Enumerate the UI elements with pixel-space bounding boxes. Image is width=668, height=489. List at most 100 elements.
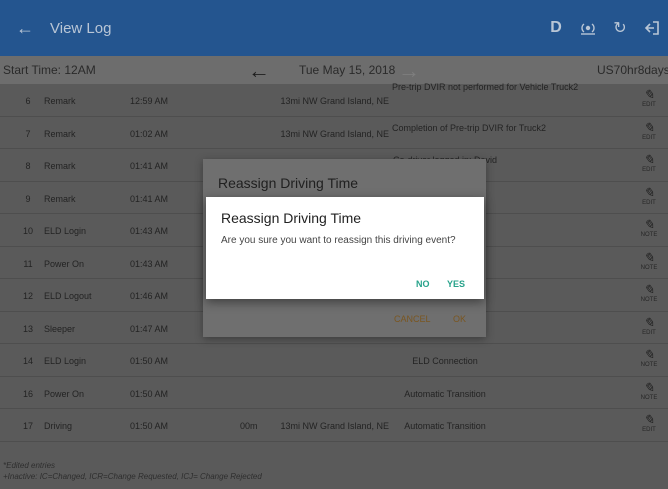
- event-type: Power On: [44, 258, 85, 269]
- table-row[interactable]: 16 Power On 01:50 AM Automatic Transitio…: [0, 377, 668, 409]
- back-arrow-icon[interactable]: ←: [0, 18, 50, 39]
- action-label: NOTE: [640, 394, 658, 401]
- app-bar: ← View Log D ↻: [0, 0, 668, 56]
- driver-status-indicator[interactable]: D: [540, 19, 572, 37]
- event-time: 01:46 AM: [130, 291, 169, 301]
- action-label: NOTE: [640, 297, 658, 303]
- start-time-label: Start Time: 12AM: [3, 63, 96, 77]
- no-button[interactable]: NO: [416, 279, 430, 289]
- event-note: ELD Connection: [412, 356, 478, 366]
- event-time: 01:43 AM: [130, 226, 169, 236]
- pencil-icon: ✎: [643, 249, 655, 265]
- table-row[interactable]: 17 Driving 01:50 AM 00m 13mi NW Grand Is…: [0, 409, 668, 442]
- event-time: 01:47 AM: [130, 323, 169, 334]
- note-button[interactable]: ✎ NOTE: [636, 282, 662, 304]
- table-row[interactable]: 7 Remark 01:02 AM 13mi NW Grand Island, …: [0, 117, 668, 149]
- table-row[interactable]: 14 ELD Login 01:50 AM ELD Connection ✎ NO…: [0, 344, 668, 377]
- edit-button[interactable]: ✎ EDIT: [636, 314, 662, 336]
- event-time: 01:50 AM: [130, 388, 169, 399]
- pencil-icon: ✎: [643, 379, 655, 395]
- event-type: Driving: [44, 421, 73, 431]
- event-time: 01:41 AM: [130, 193, 169, 204]
- row-number: 10: [22, 226, 33, 236]
- event-type: ELD Logout: [44, 291, 92, 301]
- row-number: 7: [25, 128, 31, 139]
- event-type: Sleeper: [44, 323, 76, 334]
- action-label: EDIT: [642, 199, 656, 206]
- pencil-icon: ✎: [643, 152, 655, 167]
- action-label: EDIT: [642, 167, 656, 173]
- event-note: Completion of Pre-trip DVIR for Truck2: [392, 122, 547, 133]
- pencil-icon: ✎: [643, 119, 655, 135]
- pencil-icon: ✎: [643, 412, 655, 427]
- event-note: Automatic Transition: [404, 421, 486, 431]
- note-button[interactable]: ✎ NOTE: [636, 379, 662, 401]
- edit-button[interactable]: ✎ EDIT: [636, 412, 662, 434]
- event-type: Power On: [44, 388, 85, 399]
- event-location: 13mi NW Grand Island, NE: [280, 128, 389, 139]
- action-label: EDIT: [642, 329, 656, 336]
- next-day-arrow-icon[interactable]: →: [398, 58, 420, 84]
- dialog-title: Reassign Driving Time: [221, 210, 362, 226]
- row-number: 11: [23, 258, 33, 269]
- edit-button[interactable]: ✎ EDIT: [636, 87, 662, 109]
- pencil-icon: ✎: [643, 87, 655, 102]
- note-button[interactable]: ✎ NOTE: [636, 347, 662, 369]
- event-time: 01:43 AM: [130, 258, 169, 269]
- note-button[interactable]: ✎ NOTE: [636, 249, 662, 271]
- edit-button[interactable]: ✎ EDIT: [636, 152, 662, 174]
- legend-inactive: +Inactive: IC=Changed, ICR=Change Reques…: [3, 472, 262, 481]
- ruleset-label: US70hr8days: [597, 63, 668, 77]
- cancel-button: CANCEL: [394, 314, 431, 324]
- pencil-icon: ✎: [643, 217, 655, 232]
- event-type: Remark: [44, 128, 76, 139]
- action-label: NOTE: [640, 264, 658, 271]
- event-time: 01:50 AM: [130, 421, 169, 431]
- action-label: EDIT: [642, 427, 656, 433]
- pencil-icon: ✎: [643, 314, 655, 330]
- action-label: EDIT: [642, 134, 656, 141]
- event-distance: 00m: [240, 421, 258, 431]
- event-type: Remark: [44, 96, 76, 106]
- log-date: Tue May 15, 2018: [299, 63, 396, 77]
- reassign-confirmation-dialog: Reassign Driving Time Are you sure you w…: [206, 197, 484, 299]
- background-dialog-title: Reassign Driving Time: [218, 175, 359, 191]
- note-button[interactable]: ✎ NOTE: [636, 217, 662, 239]
- legend: *Edited entries +Inactive: IC=Changed, I…: [3, 460, 262, 482]
- yes-button[interactable]: YES: [447, 279, 465, 289]
- legend-edited: *Edited entries: [3, 461, 56, 470]
- event-time: 01:50 AM: [130, 356, 169, 366]
- edit-button[interactable]: ✎ EDIT: [636, 184, 662, 206]
- event-location: 13mi NW Grand Island, NE: [280, 421, 389, 431]
- event-type: Remark: [44, 193, 76, 204]
- pencil-icon: ✎: [643, 184, 655, 200]
- event-time: 01:02 AM: [130, 128, 169, 139]
- row-number: 6: [25, 96, 31, 106]
- refresh-icon[interactable]: ↻: [604, 18, 636, 38]
- event-time: 01:41 AM: [130, 161, 169, 171]
- logout-icon[interactable]: [636, 20, 668, 36]
- appbar-actions: D ↻: [540, 0, 668, 56]
- dialog-message: Are you sure you want to reassign this d…: [221, 235, 456, 246]
- eld-connection-icon[interactable]: [572, 20, 604, 36]
- event-type: Remark: [44, 161, 76, 171]
- table-row[interactable]: 6 Remark 12:59 AM 13mi NW Grand Island, …: [0, 82, 668, 117]
- event-type: ELD Login: [44, 226, 87, 236]
- event-note: Pre-trip DVIR not performed for Vehicle …: [392, 82, 579, 92]
- event-type: ELD Login: [44, 356, 87, 366]
- page-title: View Log: [50, 19, 112, 37]
- row-number: 14: [22, 356, 33, 366]
- ok-button: OK: [453, 314, 467, 324]
- event-location: 13mi NW Grand Island, NE: [280, 96, 389, 106]
- pencil-icon: ✎: [643, 347, 655, 362]
- date-navigation-bar: Start Time: 12AM ← Tue May 15, 2018 → US…: [0, 56, 668, 84]
- action-label: EDIT: [642, 102, 656, 108]
- previous-day-arrow-icon[interactable]: ←: [248, 58, 270, 84]
- row-number: 12: [22, 291, 33, 301]
- row-number: 16: [22, 388, 33, 399]
- edit-button[interactable]: ✎ EDIT: [636, 119, 662, 141]
- action-label: NOTE: [640, 362, 658, 368]
- event-time: 12:59 AM: [130, 96, 169, 106]
- pencil-icon: ✎: [643, 282, 655, 297]
- event-note: Automatic Transition: [404, 388, 486, 399]
